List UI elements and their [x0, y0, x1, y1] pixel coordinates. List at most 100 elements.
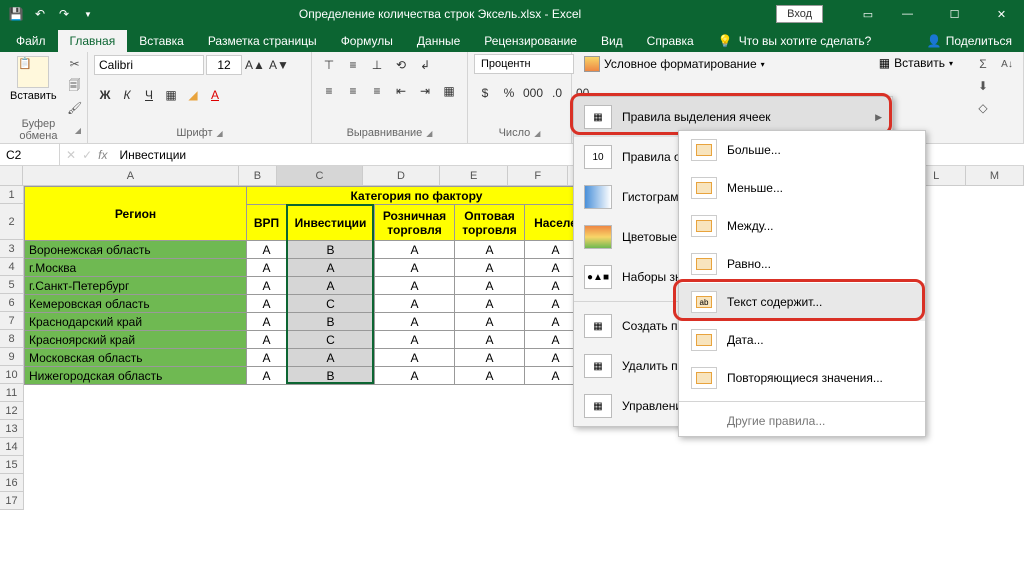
hdr-whole[interactable]: Оптовая торговля: [455, 205, 525, 241]
signin-button[interactable]: Вход: [776, 5, 823, 23]
row-head[interactable]: 7: [0, 312, 24, 330]
col-head-M[interactable]: M: [966, 166, 1024, 185]
wrap-text-icon[interactable]: ↲: [414, 54, 436, 76]
font-color-icon[interactable]: A: [204, 84, 226, 106]
tab-view[interactable]: Вид: [589, 30, 635, 52]
number-format-select[interactable]: Процентн: [474, 54, 574, 74]
tab-formulas[interactable]: Формулы: [329, 30, 405, 52]
undo-icon[interactable]: ↶: [32, 6, 48, 22]
col-head-C[interactable]: C: [277, 166, 362, 185]
col-head-D[interactable]: D: [363, 166, 441, 185]
copy-icon[interactable]: 🗐: [65, 76, 85, 96]
increase-decimal-icon[interactable]: .0: [546, 82, 568, 104]
orientation-icon[interactable]: ⟲: [390, 54, 412, 76]
col-head-E[interactable]: E: [440, 166, 508, 185]
col-head-B[interactable]: B: [239, 166, 278, 185]
borders-icon[interactable]: ▦: [160, 84, 182, 106]
close-button[interactable]: ✕: [979, 0, 1024, 28]
percent-icon[interactable]: %: [498, 82, 520, 104]
fill-icon[interactable]: ⬇: [973, 76, 993, 96]
row-head[interactable]: 14: [0, 438, 24, 456]
enter-formula-icon[interactable]: ✓: [82, 148, 92, 162]
align-center-icon[interactable]: ≡: [342, 80, 364, 102]
row-head[interactable]: 15: [0, 456, 24, 474]
sort-filter-icon[interactable]: A↓: [997, 54, 1017, 74]
increase-indent-icon[interactable]: ⇥: [414, 80, 436, 102]
autosum-icon[interactable]: Σ: [973, 54, 993, 74]
cut-icon[interactable]: ✂: [65, 54, 85, 74]
number-launcher-icon[interactable]: ◢: [534, 129, 540, 138]
row-head[interactable]: 12: [0, 402, 24, 420]
qat-customize-icon[interactable]: ▼: [80, 6, 96, 22]
share-button[interactable]: 👤Поделиться: [915, 30, 1024, 52]
rule-equal-to[interactable]: Равно...: [679, 245, 925, 283]
fx-icon[interactable]: fx: [98, 148, 107, 162]
increase-font-icon[interactable]: A▲: [244, 54, 266, 76]
rule-less-than[interactable]: Меньше...: [679, 169, 925, 207]
align-top-icon[interactable]: ⊤: [318, 54, 340, 76]
align-bottom-icon[interactable]: ⊥: [366, 54, 388, 76]
tab-data[interactable]: Данные: [405, 30, 472, 52]
tab-help[interactable]: Справка: [635, 30, 706, 52]
font-size-select[interactable]: 12: [206, 55, 242, 75]
clear-icon[interactable]: ◇: [973, 98, 993, 118]
rule-greater-than[interactable]: Больше...: [679, 131, 925, 169]
data-table[interactable]: Регион Категория по фактору ВРП Инвестиц…: [24, 186, 587, 385]
align-right-icon[interactable]: ≡: [366, 80, 388, 102]
rule-date[interactable]: Дата...: [679, 321, 925, 359]
tab-insert[interactable]: Вставка: [127, 30, 196, 52]
row-head[interactable]: 5: [0, 276, 24, 294]
hdr-region[interactable]: Регион: [25, 187, 247, 241]
font-name-select[interactable]: Calibri: [94, 55, 204, 75]
fill-color-icon[interactable]: ◢: [182, 84, 204, 106]
bold-button[interactable]: Ж: [94, 84, 116, 106]
redo-icon[interactable]: ↷: [56, 6, 72, 22]
row-head[interactable]: 10: [0, 366, 24, 384]
row-head[interactable]: 4: [0, 258, 24, 276]
row-head[interactable]: 6: [0, 294, 24, 312]
tab-home[interactable]: Главная: [58, 30, 128, 52]
align-launcher-icon[interactable]: ◢: [426, 129, 432, 138]
col-head-F[interactable]: F: [508, 166, 568, 185]
hdr-retail[interactable]: Розничная торговля: [375, 205, 455, 241]
cancel-formula-icon[interactable]: ✕: [66, 148, 76, 162]
col-head-A[interactable]: A: [23, 166, 238, 185]
comma-icon[interactable]: 000: [522, 82, 544, 104]
row-head[interactable]: 1: [0, 186, 24, 204]
clipboard-launcher-icon[interactable]: ◢: [75, 126, 81, 135]
name-box[interactable]: C2: [0, 144, 60, 165]
hdr-category[interactable]: Категория по фактору: [247, 187, 587, 205]
row-head[interactable]: 17: [0, 492, 24, 510]
ribbon-options-icon[interactable]: ▭: [853, 0, 883, 28]
format-painter-icon[interactable]: 🖌: [65, 98, 85, 118]
row-head[interactable]: 2: [0, 204, 24, 240]
row-head[interactable]: 9: [0, 348, 24, 366]
hdr-vrp[interactable]: ВРП: [247, 205, 287, 241]
save-icon[interactable]: 💾: [8, 6, 24, 22]
underline-button[interactable]: Ч: [138, 84, 160, 106]
tab-review[interactable]: Рецензирование: [472, 30, 589, 52]
row-head[interactable]: 8: [0, 330, 24, 348]
maximize-button[interactable]: ☐: [932, 0, 977, 28]
hdr-inv[interactable]: Инвестиции: [287, 205, 375, 241]
conditional-formatting-button[interactable]: Условное форматирование▾: [578, 54, 771, 74]
minimize-button[interactable]: —: [885, 0, 930, 28]
align-left-icon[interactable]: ≡: [318, 80, 340, 102]
rule-between[interactable]: Между...: [679, 207, 925, 245]
select-all-corner[interactable]: [0, 166, 23, 185]
tab-file[interactable]: Файл: [4, 30, 58, 52]
decrease-font-icon[interactable]: A▼: [268, 54, 290, 76]
insert-cells-button[interactable]: ▦Вставить▾: [873, 54, 959, 72]
italic-button[interactable]: К: [116, 84, 138, 106]
merge-icon[interactable]: ▦: [438, 80, 460, 102]
decrease-indent-icon[interactable]: ⇤: [390, 80, 412, 102]
row-head[interactable]: 16: [0, 474, 24, 492]
row-head[interactable]: 13: [0, 420, 24, 438]
rule-more-rules[interactable]: Другие правила...: [679, 406, 925, 436]
paste-button[interactable]: 📋 Вставить: [6, 54, 61, 104]
rule-duplicate[interactable]: Повторяющиеся значения...: [679, 359, 925, 397]
tell-me[interactable]: 💡Что вы хотите сделать?: [706, 30, 884, 52]
row-head[interactable]: 3: [0, 240, 24, 258]
tab-layout[interactable]: Разметка страницы: [196, 30, 329, 52]
align-middle-icon[interactable]: ≡: [342, 54, 364, 76]
